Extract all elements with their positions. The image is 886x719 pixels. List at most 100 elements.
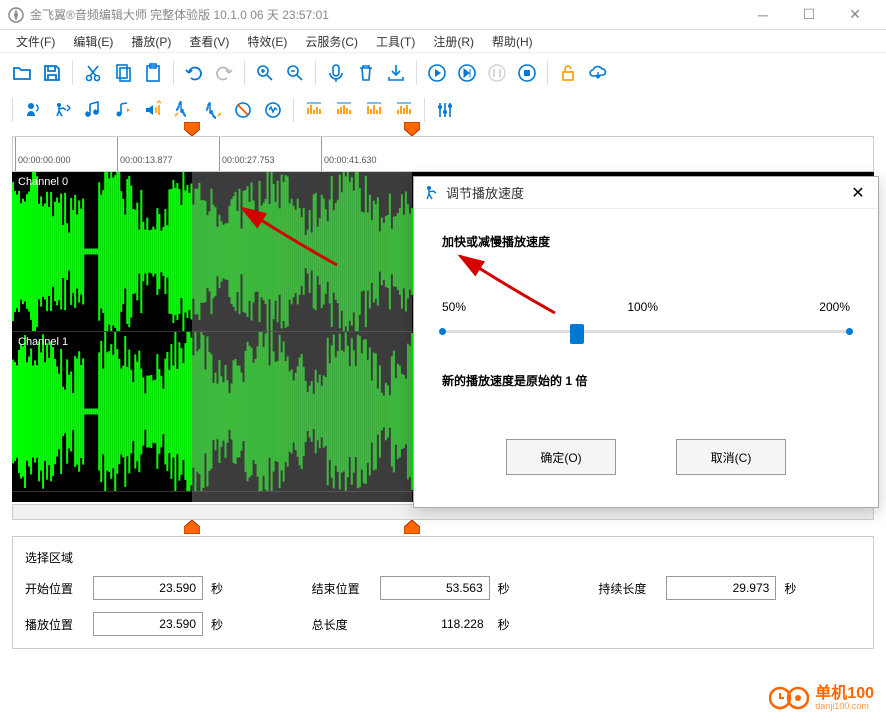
ruler-tick: 00:00:41.630: [321, 137, 377, 171]
watermark-text: 单机100: [815, 686, 874, 702]
speed-icon[interactable]: [49, 96, 77, 124]
unit-label: 秒: [211, 616, 231, 633]
main-toolbar: [0, 52, 886, 92]
unit-label: 秒: [498, 580, 518, 597]
fade-in-icon[interactable]: [169, 96, 197, 124]
cloud-icon[interactable]: [584, 59, 612, 87]
paste-icon[interactable]: [139, 59, 167, 87]
slider-tick: [846, 328, 853, 335]
dialog-title: 调节播放速度: [446, 183, 848, 202]
toolbar-separator: [424, 98, 425, 122]
end-input[interactable]: [380, 576, 490, 600]
delete-icon[interactable]: [352, 59, 380, 87]
close-button[interactable]: ✕: [832, 0, 878, 30]
speed-slider[interactable]: [442, 322, 850, 342]
menu-effects[interactable]: 特效(E): [239, 31, 295, 52]
window-titlebar: 金飞翼®音频编辑大师 完整体验版 10.1.0 06 天 23:57:01 ─ …: [0, 0, 886, 30]
menu-bar: 文件(F) 编辑(E) 播放(P) 查看(V) 特效(E) 云服务(C) 工具(…: [0, 30, 886, 52]
maximize-button[interactable]: ☐: [786, 0, 832, 30]
dialog-result-text: 新的播放速度是原始的 1 倍: [442, 372, 850, 389]
watermark-url: danji100.com: [815, 702, 874, 711]
stop-icon[interactable]: [513, 59, 541, 87]
toolbar-separator: [416, 61, 417, 85]
duration-input[interactable]: [666, 576, 776, 600]
pitch-icon[interactable]: [109, 96, 137, 124]
play-loop-icon[interactable]: [453, 59, 481, 87]
ruler-tick: 00:00:13.877: [117, 137, 173, 171]
selection-start-marker-top[interactable]: [184, 122, 200, 136]
music-note-icon[interactable]: [79, 96, 107, 124]
selection-start-marker-bottom[interactable]: [184, 520, 200, 534]
record-icon[interactable]: [322, 59, 350, 87]
fade-out-icon[interactable]: [199, 96, 227, 124]
selection-end-marker-top[interactable]: [404, 122, 420, 136]
pause-icon[interactable]: [483, 59, 511, 87]
ok-button[interactable]: 确定(O): [506, 439, 616, 475]
watermark: 单机100 danji100.com: [769, 685, 874, 711]
export-icon[interactable]: [382, 59, 410, 87]
ruler-tick: 00:00:27.753: [219, 137, 275, 171]
speed-dialog: 调节播放速度 ✕ 加快或减慢播放速度 50% 100% 200% 新的播放速度是…: [413, 176, 879, 508]
toolbar-separator: [547, 61, 548, 85]
menu-play[interactable]: 播放(P): [123, 31, 179, 52]
play-pos-input[interactable]: [93, 612, 203, 636]
slider-tick: [439, 328, 446, 335]
toolbar-separator: [315, 61, 316, 85]
total-label: 总长度: [312, 616, 372, 633]
voice-icon[interactable]: [19, 96, 47, 124]
dialog-close-button[interactable]: ✕: [848, 183, 868, 203]
menu-view[interactable]: 查看(V): [181, 31, 237, 52]
noise-icon[interactable]: [259, 96, 287, 124]
slider-mid-label: 100%: [627, 300, 658, 314]
play-pos-label: 播放位置: [25, 616, 85, 633]
selection-info-panel: 选择区域 开始位置 秒 结束位置 秒 持续长度 秒 播放位置 秒 总长度 118…: [12, 536, 874, 649]
window-title: 金飞翼®音频编辑大师 完整体验版 10.1.0 06 天 23:57:01: [30, 6, 740, 23]
time-ruler[interactable]: 00:00:00.000 00:00:13.877 00:00:27.753 0…: [12, 136, 874, 172]
silence-icon[interactable]: [229, 96, 257, 124]
eq-preset4-icon[interactable]: [390, 96, 418, 124]
play-icon[interactable]: [423, 59, 451, 87]
open-icon[interactable]: [8, 59, 36, 87]
end-label: 结束位置: [312, 580, 372, 597]
zoom-out-icon[interactable]: [281, 59, 309, 87]
menu-tools[interactable]: 工具(T): [368, 31, 423, 52]
unlock-icon[interactable]: [554, 59, 582, 87]
menu-help[interactable]: 帮助(H): [484, 31, 541, 52]
dialog-titlebar[interactable]: 调节播放速度 ✕: [414, 177, 878, 209]
channel-label: Channel 0: [18, 176, 68, 188]
copy-icon[interactable]: [109, 59, 137, 87]
cancel-button[interactable]: 取消(C): [676, 439, 786, 475]
selection-overlay: [192, 172, 412, 502]
volume-up-icon[interactable]: [139, 96, 167, 124]
info-section-title: 选择区域: [25, 549, 861, 566]
effects-toolbar: [0, 92, 886, 128]
app-icon: [8, 7, 24, 23]
undo-icon[interactable]: [180, 59, 208, 87]
menu-edit[interactable]: 编辑(E): [65, 31, 121, 52]
menu-cloud[interactable]: 云服务(C): [297, 31, 366, 52]
zoom-in-icon[interactable]: [251, 59, 279, 87]
selection-end-marker-bottom[interactable]: [404, 520, 420, 534]
menu-file[interactable]: 文件(F): [8, 31, 63, 52]
slider-rail: [442, 330, 850, 333]
slider-thumb[interactable]: [570, 324, 584, 344]
start-input[interactable]: [93, 576, 203, 600]
menu-register[interactable]: 注册(R): [425, 31, 482, 52]
eq-preset3-icon[interactable]: [360, 96, 388, 124]
redo-icon[interactable]: [210, 59, 238, 87]
minimize-button[interactable]: ─: [740, 0, 786, 30]
save-icon[interactable]: [38, 59, 66, 87]
cut-icon[interactable]: [79, 59, 107, 87]
slider-labels: 50% 100% 200%: [442, 300, 850, 314]
eq-preset2-icon[interactable]: [330, 96, 358, 124]
duration-label: 持续长度: [598, 580, 658, 597]
toolbar-separator: [12, 98, 13, 122]
eq-preset1-icon[interactable]: [300, 96, 328, 124]
equalizer-icon[interactable]: [431, 96, 459, 124]
toolbar-separator: [173, 61, 174, 85]
toolbar-separator: [293, 98, 294, 122]
unit-label: 秒: [784, 580, 804, 597]
slider-min-label: 50%: [442, 300, 466, 314]
channel-label: Channel 1: [18, 336, 68, 348]
start-label: 开始位置: [25, 580, 85, 597]
